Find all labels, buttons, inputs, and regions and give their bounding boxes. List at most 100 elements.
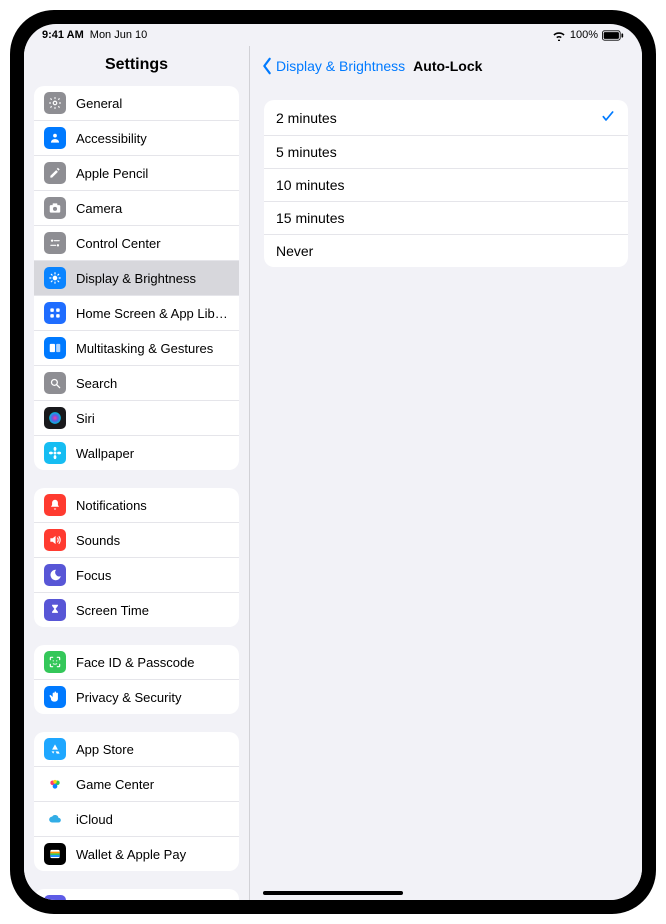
sidebar-item-multitasking[interactable]: Multitasking & Gestures	[34, 331, 239, 366]
status-date: Mon Jun 10	[90, 29, 147, 41]
switches-icon	[44, 232, 66, 254]
apps-icon	[44, 895, 66, 900]
moon-icon	[44, 564, 66, 586]
person-icon	[44, 127, 66, 149]
back-button[interactable]: Display & Brightness	[260, 57, 405, 75]
wallet-icon	[44, 843, 66, 865]
sidebar-item-screen-time[interactable]: Screen Time	[34, 593, 239, 627]
back-label: Display & Brightness	[276, 58, 405, 74]
sidebar-item-notifications[interactable]: Notifications	[34, 488, 239, 523]
sidebar-item-label: Notifications	[76, 498, 229, 513]
sidebar-item-icloud[interactable]: iCloud	[34, 802, 239, 837]
cloud-icon	[44, 808, 66, 830]
sidebar-item-label: Multitasking & Gestures	[76, 341, 229, 356]
option-label: 15 minutes	[276, 210, 344, 226]
sidebar-item-label: Face ID & Passcode	[76, 655, 229, 670]
sidebar-item-label: Camera	[76, 201, 229, 216]
pencil-icon	[44, 162, 66, 184]
gamecenter-icon	[44, 773, 66, 795]
sidebar-item-sounds[interactable]: Sounds	[34, 523, 239, 558]
siri-icon	[44, 407, 66, 429]
sidebar-item-label: Display & Brightness	[76, 271, 229, 286]
sidebar-item-accessibility[interactable]: Accessibility	[34, 121, 239, 156]
sidebar-group: General Accessibility Apple Pencil Camera Co…	[34, 86, 239, 470]
wifi-icon	[552, 30, 566, 41]
sidebar-item-general[interactable]: General	[34, 86, 239, 121]
sidebar-item-siri[interactable]: Siri	[34, 401, 239, 436]
sidebar-item-label: iCloud	[76, 812, 229, 827]
sidebar-group: App Store Game Center iCloud Wallet & Apple…	[34, 732, 239, 871]
sidebar-item-label: Home Screen & App Library	[76, 306, 229, 321]
camera-icon	[44, 197, 66, 219]
sidebar-item-appstore[interactable]: App Store	[34, 732, 239, 767]
sidebar-item-label: Siri	[76, 411, 229, 426]
sidebar-item-label: Privacy & Security	[76, 690, 229, 705]
sidebar-item-display[interactable]: Display & Brightness	[34, 261, 239, 296]
sidebar-item-label: Screen Time	[76, 603, 229, 618]
status-bar: 9:41 AM Mon Jun 10 100%	[24, 24, 642, 46]
home-indicator[interactable]	[263, 891, 403, 895]
gear-icon	[44, 92, 66, 114]
sidebar-item-apps[interactable]: Apps	[34, 889, 239, 900]
sidebar-item-label: Game Center	[76, 777, 229, 792]
bell-icon	[44, 494, 66, 516]
sidebar-item-gamecenter[interactable]: Game Center	[34, 767, 239, 802]
sidebar-item-focus[interactable]: Focus	[34, 558, 239, 593]
sun-icon	[44, 267, 66, 289]
detail-pane: Display & Brightness Auto-Lock 2 minutes…	[250, 46, 642, 900]
auto-lock-options: 2 minutes 5 minutes 10 minutes 15 minutes Ne…	[264, 100, 628, 267]
settings-sidebar: Settings General Accessibility Apple Penci…	[24, 46, 250, 900]
sidebar-title: Settings	[24, 46, 249, 86]
option-label: Never	[276, 243, 313, 259]
sidebar-item-label: App Store	[76, 742, 229, 757]
option-label: 5 minutes	[276, 144, 337, 160]
sidebar-group: Apps	[34, 889, 239, 900]
device-frame: 9:41 AM Mon Jun 10 100% Settings General…	[10, 10, 656, 914]
sidebar-item-label: Focus	[76, 568, 229, 583]
auto-lock-option[interactable]: 10 minutes	[264, 169, 628, 202]
sidebar-item-label: Search	[76, 376, 229, 391]
checkmark-icon	[600, 108, 616, 127]
detail-title: Auto-Lock	[413, 58, 482, 74]
rects-icon	[44, 337, 66, 359]
speaker-icon	[44, 529, 66, 551]
sidebar-item-wallet[interactable]: Wallet & Apple Pay	[34, 837, 239, 871]
detail-navbar: Display & Brightness Auto-Lock	[250, 46, 642, 86]
sidebar-item-label: Apps	[76, 899, 229, 901]
hand-icon	[44, 686, 66, 708]
sidebar-item-privacy[interactable]: Privacy & Security	[34, 680, 239, 714]
sidebar-item-label: Control Center	[76, 236, 229, 251]
flower-icon	[44, 442, 66, 464]
appstore-icon	[44, 738, 66, 760]
battery-percent: 100%	[570, 29, 598, 41]
face-icon	[44, 651, 66, 673]
sidebar-item-label: Wallpaper	[76, 446, 229, 461]
chevron-left-icon	[260, 57, 274, 75]
auto-lock-option[interactable]: 15 minutes	[264, 202, 628, 235]
search-icon	[44, 372, 66, 394]
sidebar-item-label: Accessibility	[76, 131, 229, 146]
option-label: 10 minutes	[276, 177, 344, 193]
sidebar-group: Face ID & Passcode Privacy & Security	[34, 645, 239, 714]
sidebar-item-label: Sounds	[76, 533, 229, 548]
sidebar-item-label: General	[76, 96, 229, 111]
sidebar-group: Notifications Sounds Focus Screen Time	[34, 488, 239, 627]
sidebar-item-search[interactable]: Search	[34, 366, 239, 401]
sidebar-item-label: Apple Pencil	[76, 166, 229, 181]
sidebar-item-home-screen[interactable]: Home Screen & App Library	[34, 296, 239, 331]
sidebar-item-faceid[interactable]: Face ID & Passcode	[34, 645, 239, 680]
status-time: 9:41 AM	[42, 29, 84, 41]
auto-lock-option[interactable]: Never	[264, 235, 628, 267]
battery-icon	[602, 30, 624, 41]
screen: 9:41 AM Mon Jun 10 100% Settings General…	[24, 24, 642, 900]
auto-lock-option[interactable]: 5 minutes	[264, 136, 628, 169]
sidebar-item-wallpaper[interactable]: Wallpaper	[34, 436, 239, 470]
sidebar-item-control-center[interactable]: Control Center	[34, 226, 239, 261]
sidebar-item-camera[interactable]: Camera	[34, 191, 239, 226]
option-label: 2 minutes	[276, 110, 337, 126]
grid-icon	[44, 302, 66, 324]
sidebar-item-label: Wallet & Apple Pay	[76, 847, 229, 862]
auto-lock-option[interactable]: 2 minutes	[264, 100, 628, 136]
hourglass-icon	[44, 599, 66, 621]
sidebar-item-apple-pencil[interactable]: Apple Pencil	[34, 156, 239, 191]
